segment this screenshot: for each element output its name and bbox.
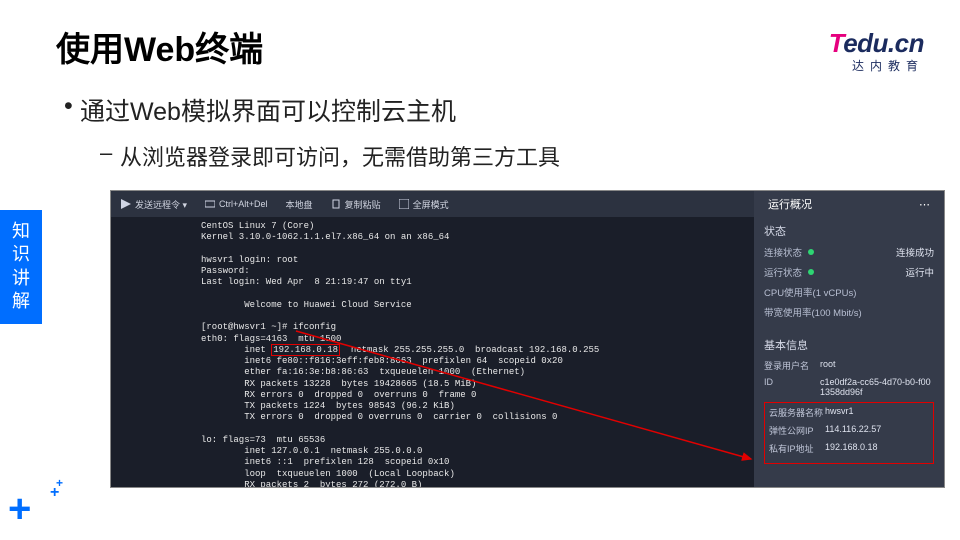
plus-decor-tiny-icon: + <box>56 476 63 490</box>
bullet-level-2: 从浏览器登录即可访问，无需借助第三方工具 <box>120 140 560 172</box>
info-row-highlighted: 云服务器名称hwsvr1 <box>769 406 929 419</box>
toolbar-fullscreen[interactable]: 全屏模式 <box>399 198 449 211</box>
info-key: 弹性公网IP <box>769 424 825 437</box>
web-terminal-screenshot: 发送远程令 ▾ Ctrl+Alt+Del 本地盘 复制粘贴 全屏模式 CentO… <box>110 190 945 488</box>
toolbar-remote-label: 发送远程令 ▾ <box>135 198 187 211</box>
status-dot-icon <box>808 269 814 275</box>
panel-tab-more: ⋯ <box>919 198 930 211</box>
panel-basic-info-section: 基本信息 登录用户名rootIDc1e0df2a-cc65-4d70-b0-f0… <box>754 331 944 470</box>
info-key: ID <box>764 377 820 397</box>
side-panel: 运行概况 ⋯ 状态 连接状态 连接成功 运行状态 运行中 CPU使用率(1 vC… <box>754 191 944 487</box>
info-row: IDc1e0df2a-cc65-4d70-b0-f001358dd96f <box>764 377 934 397</box>
terminal-toolbar: 发送远程令 ▾ Ctrl+Alt+Del 本地盘 复制粘贴 全屏模式 <box>111 191 754 217</box>
panel-run-row: 运行状态 运行中 <box>764 265 934 279</box>
info-key: 私有IP地址 <box>769 442 825 455</box>
panel-tab-label: 运行概况 <box>768 196 812 212</box>
info-key: 登录用户名 <box>764 359 820 372</box>
toolbar-cad-label: Ctrl+Alt+Del <box>219 199 268 209</box>
panel-run-key: 运行状态 <box>764 265 802 279</box>
info-row-highlighted: 私有IP地址192.168.0.18 <box>769 442 929 455</box>
panel-bandwidth-usage: 带宽使用率(100 Mbit/s) <box>764 305 934 319</box>
panel-tab-overview[interactable]: 运行概况 ⋯ <box>754 191 944 217</box>
logo: Tedu.cn 达内教育 <box>829 28 924 74</box>
info-val: root <box>820 359 934 372</box>
fullscreen-icon <box>399 199 409 209</box>
info-row-highlighted: 弹性公网IP114.116.22.57 <box>769 424 929 437</box>
logo-edu: edu <box>843 28 888 58</box>
info-val: 114.116.22.57 <box>825 424 929 437</box>
panel-conn-row: 连接状态 连接成功 <box>764 245 934 259</box>
logo-subtitle: 达内教育 <box>829 57 924 74</box>
panel-run-val: 运行中 <box>905 265 934 279</box>
info-val: c1e0df2a-cc65-4d70-b0-f001358dd96f <box>820 377 934 397</box>
toolbar-cad[interactable]: Ctrl+Alt+Del <box>205 199 268 209</box>
panel-cpu-usage: CPU使用率(1 vCPUs) <box>764 285 934 299</box>
toolbar-local-label: 本地盘 <box>286 198 313 211</box>
panel-conn-val: 连接成功 <box>896 245 934 259</box>
toolbar-paste-label: 复制粘贴 <box>345 198 381 211</box>
info-val: hwsvr1 <box>825 406 929 419</box>
panel-conn-key: 连接状态 <box>764 245 802 259</box>
section-tag: 知识讲解 <box>0 210 42 324</box>
info-row: 登录用户名root <box>764 359 934 372</box>
bullet-level-1: 通过Web模拟界面可以控制云主机 <box>80 92 456 128</box>
logo-cn: .cn <box>888 28 924 58</box>
toolbar-local-disk[interactable]: 本地盘 <box>286 198 313 211</box>
logo-t: T <box>829 28 843 58</box>
status-dot-icon <box>808 249 814 255</box>
info-key: 云服务器名称 <box>769 406 825 419</box>
info-val: 192.168.0.18 <box>825 442 929 455</box>
toolbar-copy-paste[interactable]: 复制粘贴 <box>331 198 381 211</box>
terminal-output[interactable]: CentOS Linux 7 (Core) Kernel 3.10.0-1062… <box>111 217 754 487</box>
panel-status-section: 状态 连接状态 连接成功 运行状态 运行中 CPU使用率(1 vCPUs) 带宽… <box>754 217 944 331</box>
panel-status-heading: 状态 <box>764 223 934 239</box>
plus-decor-icon: + <box>8 487 31 532</box>
panel-basic-heading: 基本信息 <box>764 337 934 353</box>
toolbar-remote-cmd[interactable]: 发送远程令 ▾ <box>121 198 187 211</box>
keyboard-icon <box>205 199 215 209</box>
terminal-column: 发送远程令 ▾ Ctrl+Alt+Del 本地盘 复制粘贴 全屏模式 CentO… <box>111 191 754 487</box>
toolbar-fullscreen-label: 全屏模式 <box>413 198 449 211</box>
clipboard-icon <box>331 199 341 209</box>
slide-title: 使用Web终端 <box>56 22 263 71</box>
send-icon <box>121 199 131 209</box>
panel-highlighted-info: 云服务器名称hwsvr1弹性公网IP114.116.22.57私有IP地址192… <box>764 402 934 464</box>
